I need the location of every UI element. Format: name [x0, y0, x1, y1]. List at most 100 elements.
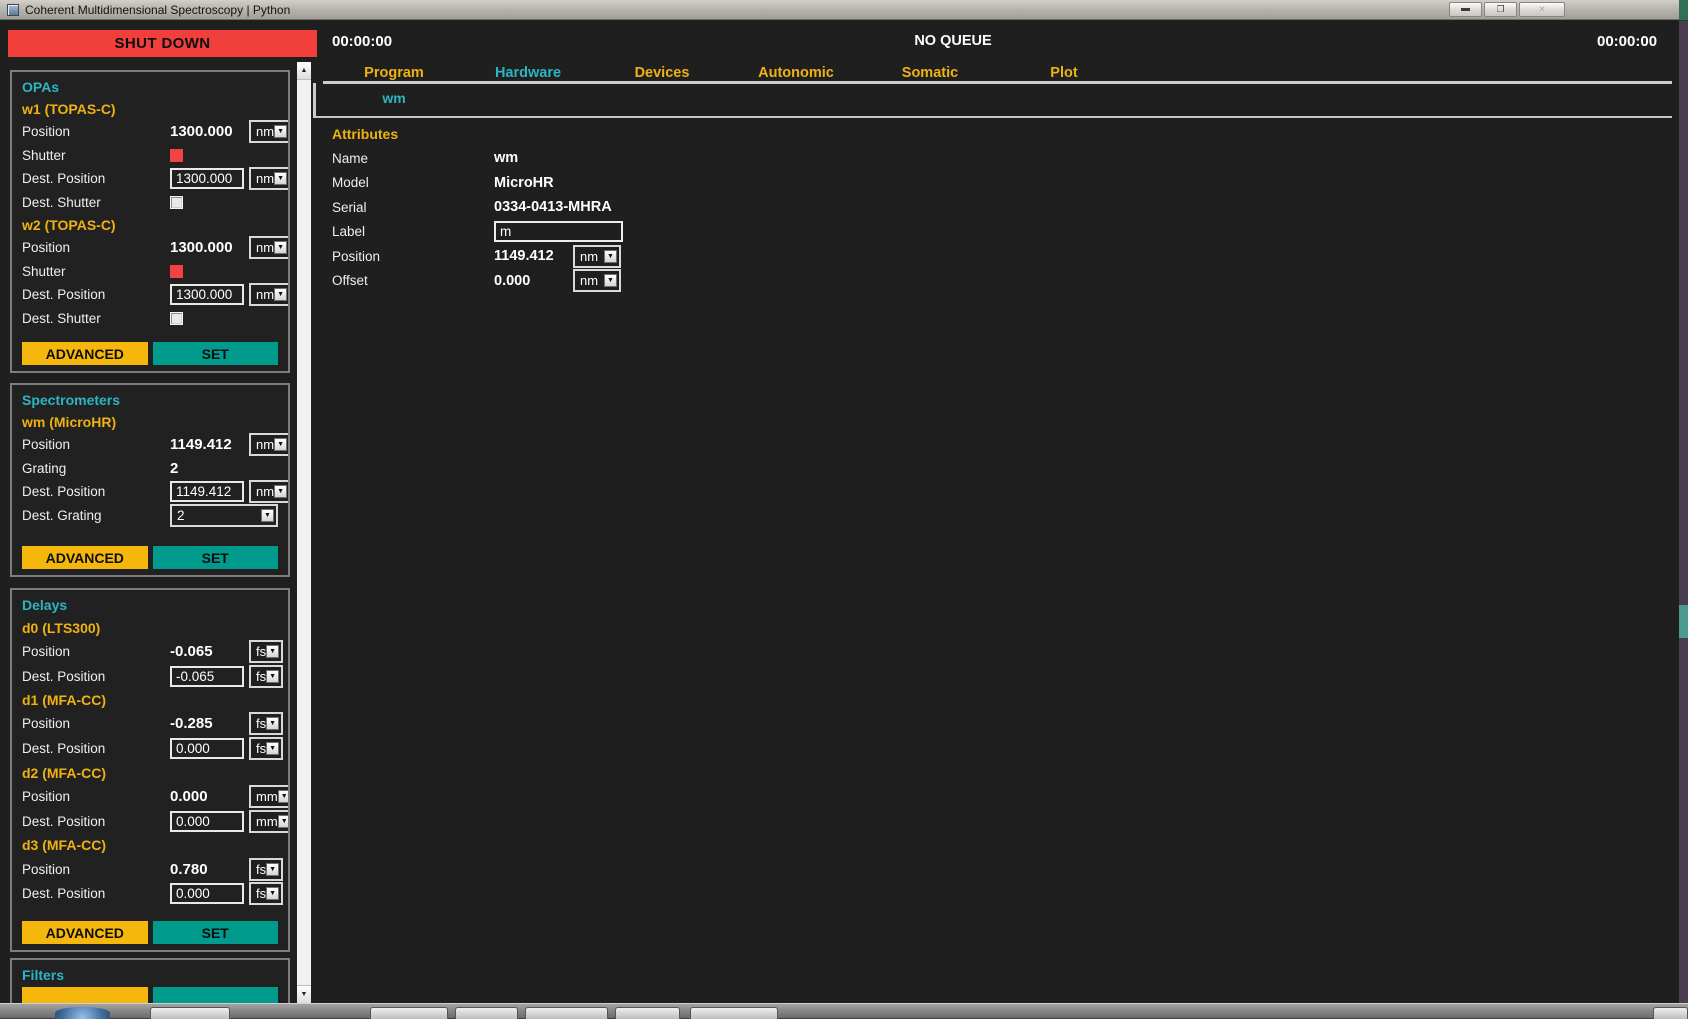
dest-grating-select[interactable]: 2 ▼: [170, 504, 278, 527]
label-input[interactable]: [494, 221, 623, 242]
unit-label: nm: [580, 274, 598, 287]
chevron-down-icon[interactable]: ▼: [274, 288, 287, 301]
start-button[interactable]: [55, 1007, 110, 1019]
field-row: Dest. Grating 2 ▼: [22, 504, 278, 528]
advanced-button[interactable]: ADVANCED: [22, 921, 148, 944]
taskbar-button[interactable]: [150, 1007, 230, 1019]
attr-value: 0334-0413-MHRA: [494, 199, 612, 215]
taskbar-button[interactable]: [615, 1007, 680, 1019]
field-row: Dest. Shutter: [22, 191, 278, 215]
position-value: -0.285: [170, 715, 249, 732]
chevron-down-icon[interactable]: ▼: [274, 172, 287, 185]
chevron-down-icon[interactable]: ▼: [266, 645, 279, 658]
chevron-down-icon[interactable]: ▼: [604, 250, 617, 263]
unit-label: fs: [256, 742, 266, 755]
taskbar-button[interactable]: [690, 1007, 778, 1019]
attr-row-position: Position 1149.412 nm ▼: [332, 244, 762, 269]
chevron-down-icon[interactable]: ▼: [274, 241, 287, 254]
select-value: 2: [177, 509, 185, 523]
unit-label: nm: [256, 438, 274, 451]
unit-select[interactable]: fs ▼: [249, 665, 283, 688]
field-label: Grating: [22, 461, 170, 476]
taskbar-button[interactable]: [455, 1007, 518, 1019]
unit-label: nm: [256, 172, 274, 185]
unit-select[interactable]: mm ▼: [249, 785, 290, 808]
field-row: Shutter: [22, 144, 278, 168]
chevron-down-icon[interactable]: ▼: [278, 815, 290, 828]
dest-position-input[interactable]: [170, 738, 244, 759]
chevron-down-icon[interactable]: ▼: [278, 790, 290, 803]
unit-select[interactable]: fs ▼: [249, 712, 283, 735]
chevron-down-icon[interactable]: ▼: [266, 863, 279, 876]
field-row: Dest. Position mm ▼: [22, 809, 278, 834]
field-row: Grating 2: [22, 457, 278, 481]
dest-position-input[interactable]: [170, 481, 244, 502]
restore-button[interactable]: ❐: [1484, 2, 1517, 17]
unit-select[interactable]: fs ▼: [249, 882, 283, 905]
chevron-down-icon[interactable]: ▼: [274, 438, 287, 451]
unit-label: fs: [256, 887, 266, 900]
chevron-down-icon[interactable]: ▼: [266, 670, 279, 683]
group-title-d0: d0 (LTS300): [22, 616, 278, 639]
unit-select[interactable]: nm ▼: [249, 480, 290, 503]
taskbar-button[interactable]: [370, 1007, 448, 1019]
subtab-wm[interactable]: wm: [327, 90, 461, 106]
field-row: Dest. Shutter: [22, 307, 278, 331]
dest-position-input[interactable]: [170, 883, 244, 904]
panel-opas: OPAs w1 (TOPAS-C) Position 1300.000 nm ▼…: [10, 70, 290, 373]
unit-select[interactable]: nm ▼: [249, 236, 290, 259]
advanced-button[interactable]: ADVANCED: [22, 342, 148, 365]
advanced-button[interactable]: [22, 987, 148, 1003]
dest-position-input[interactable]: [170, 284, 244, 305]
unit-label: nm: [256, 125, 274, 138]
chevron-down-icon[interactable]: ▼: [261, 509, 274, 522]
unit-select[interactable]: fs ▼: [249, 737, 283, 760]
group-title-wm: wm (MicroHR): [22, 411, 278, 433]
field-row: Shutter: [22, 260, 278, 284]
field-label: Dest. Position: [22, 886, 170, 901]
chevron-down-icon[interactable]: ▼: [274, 125, 287, 138]
attr-value: MicroHR: [494, 175, 554, 191]
chevron-down-icon[interactable]: ▼: [274, 485, 287, 498]
unit-label: fs: [256, 717, 266, 730]
minimize-button[interactable]: [1449, 2, 1482, 17]
unit-select[interactable]: nm ▼: [573, 245, 621, 268]
set-button[interactable]: SET: [153, 342, 279, 365]
chevron-down-icon[interactable]: ▼: [604, 274, 617, 287]
taskbar-button[interactable]: [1653, 1007, 1688, 1019]
chevron-down-icon[interactable]: ▼: [266, 717, 279, 730]
set-button[interactable]: [153, 987, 279, 1003]
dest-position-input[interactable]: [170, 666, 244, 687]
field-row: Position 1300.000 nm ▼: [22, 120, 278, 144]
panel-title: Spectrometers: [22, 389, 278, 411]
panel-title: Delays: [22, 594, 278, 616]
group-title-d1: d1 (MFA-CC): [22, 689, 278, 712]
taskbar-button[interactable]: [525, 1007, 608, 1019]
close-button[interactable]: ✕: [1519, 2, 1565, 17]
field-row: Position -0.285 fs ▼: [22, 712, 278, 737]
advanced-button[interactable]: ADVANCED: [22, 546, 148, 569]
unit-select[interactable]: nm ▼: [249, 120, 290, 143]
unit-select[interactable]: nm ▼: [249, 433, 290, 456]
unit-select[interactable]: fs ▼: [249, 858, 283, 881]
scroll-up-icon[interactable]: ▲: [297, 62, 311, 80]
screen: Coherent Multidimensional Spectroscopy |…: [0, 0, 1688, 1018]
sidebar-scrollbar[interactable]: ▲ ▼: [297, 62, 311, 1003]
unit-select[interactable]: nm ▼: [249, 283, 290, 306]
set-button[interactable]: SET: [153, 546, 279, 569]
dest-shutter-checkbox[interactable]: [170, 312, 183, 325]
scroll-down-icon[interactable]: ▼: [297, 985, 311, 1003]
queue-status: NO QUEUE: [327, 33, 1579, 49]
unit-select[interactable]: mm ▼: [249, 810, 290, 833]
dest-shutter-checkbox[interactable]: [170, 196, 183, 209]
unit-select[interactable]: fs ▼: [249, 640, 283, 663]
unit-select[interactable]: nm ▼: [249, 167, 290, 190]
shutdown-button[interactable]: SHUT DOWN: [8, 30, 317, 57]
field-label: Position: [22, 437, 170, 452]
set-button[interactable]: SET: [153, 921, 279, 944]
unit-select[interactable]: nm ▼: [573, 269, 621, 292]
chevron-down-icon[interactable]: ▼: [266, 887, 279, 900]
dest-position-input[interactable]: [170, 168, 244, 189]
dest-position-input[interactable]: [170, 811, 244, 832]
chevron-down-icon[interactable]: ▼: [266, 742, 279, 755]
